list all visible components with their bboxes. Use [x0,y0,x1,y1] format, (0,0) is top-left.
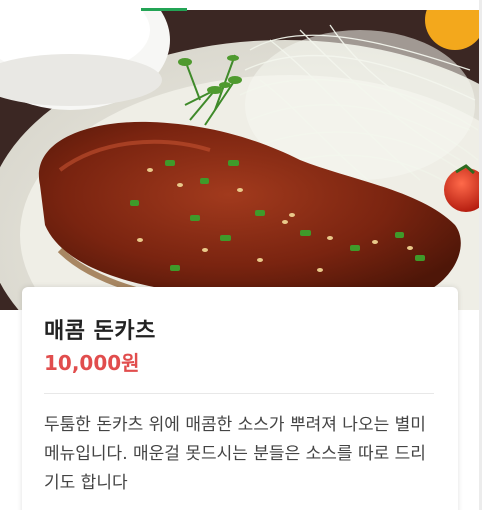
divider [44,393,434,394]
menu-price: 10,000원 [44,351,140,375]
active-tab-indicator [141,8,187,11]
menu-detail-view: 매콤 돈카츠 10,000원 두툼한 돈카츠 위에 매콤한 소스가 뿌려져 나오… [0,0,482,510]
menu-description: 두툼한 돈카츠 위에 매콤한 소스가 뿌려져 나오는 별미 메뉴입니다. 매운걸… [44,415,426,493]
menu-title: 매콤 돈카츠 [44,319,156,344]
food-photo-illustration [0,10,479,310]
menu-info-card: 매콤 돈카츠 10,000원 두툼한 돈카츠 위에 매콤한 소스가 뿌려져 나오… [22,287,458,510]
menu-photo [0,10,479,310]
